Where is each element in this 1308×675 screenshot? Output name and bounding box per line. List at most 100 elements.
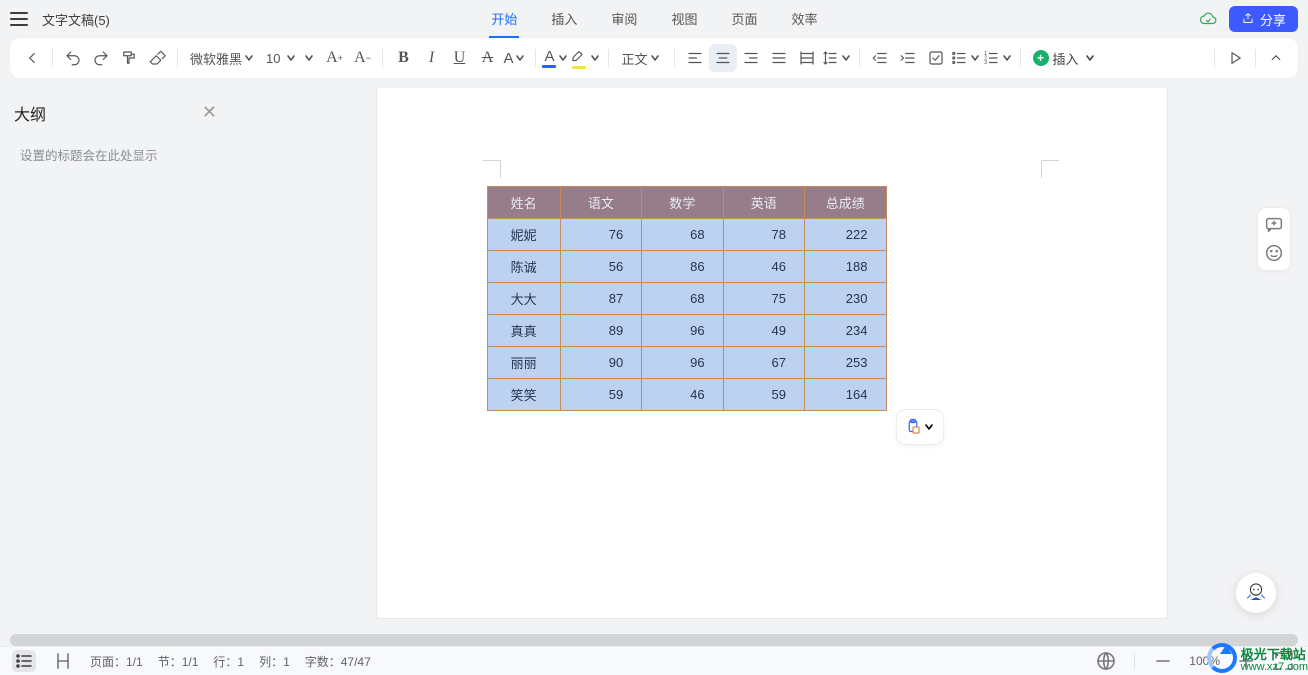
table-row[interactable]: 大大876875230 [487, 283, 886, 315]
table-cell[interactable]: 68 [642, 283, 723, 315]
text-effects-icon[interactable]: A [501, 44, 529, 72]
table-cell[interactable]: 59 [723, 379, 804, 411]
assistant-avatar-icon[interactable] [1236, 573, 1276, 613]
table-row[interactable]: 笑笑594659164 [487, 379, 886, 411]
table-header[interactable]: 语文 [560, 187, 641, 219]
cloud-sync-icon[interactable] [1199, 10, 1217, 28]
emoji-icon[interactable] [1263, 242, 1285, 264]
checklist-icon[interactable] [922, 44, 950, 72]
align-right-icon[interactable] [737, 44, 765, 72]
table-cell[interactable]: 188 [804, 251, 886, 283]
table-cell[interactable]: 妮妮 [487, 219, 560, 251]
align-left-icon[interactable] [681, 44, 709, 72]
table-cell[interactable]: 230 [804, 283, 886, 315]
sidebar-close-icon[interactable]: ✕ [198, 100, 221, 125]
horizontal-scrollbar[interactable] [10, 634, 1298, 646]
floating-toolbar [1258, 208, 1290, 270]
table-cell[interactable]: 46 [723, 251, 804, 283]
undo-icon[interactable] [59, 44, 87, 72]
language-icon[interactable] [1094, 650, 1118, 672]
table-cell[interactable]: 陈诚 [487, 251, 560, 283]
table-row[interactable]: 陈诚568646188 [487, 251, 886, 283]
collapse-toolbar-icon[interactable] [1262, 44, 1290, 72]
table-cell[interactable]: 68 [642, 219, 723, 251]
align-justify-icon[interactable] [765, 44, 793, 72]
table-cell[interactable]: 87 [560, 283, 641, 315]
underline-icon[interactable]: U [445, 44, 473, 72]
table-cell[interactable]: 75 [723, 283, 804, 315]
share-button[interactable]: 分享 [1229, 6, 1298, 32]
document-page[interactable]: 姓名语文数学英语总成绩 妮妮766878222陈诚568646188大大8768… [377, 88, 1167, 618]
table-cell[interactable]: 67 [723, 347, 804, 379]
bullet-list-icon[interactable] [950, 44, 982, 72]
paste-options-button[interactable] [897, 410, 943, 444]
chevron-down-icon [922, 422, 936, 432]
table-row[interactable]: 丽丽909667253 [487, 347, 886, 379]
font-size-select[interactable]: 10 [262, 51, 320, 66]
align-distribute-icon[interactable] [793, 44, 821, 72]
table-cell[interactable]: 笑笑 [487, 379, 560, 411]
page-view-icon[interactable] [51, 650, 75, 672]
table-cell[interactable]: 90 [560, 347, 641, 379]
table-header[interactable]: 数学 [642, 187, 723, 219]
data-table[interactable]: 姓名语文数学英语总成绩 妮妮766878222陈诚568646188大大8768… [487, 186, 887, 411]
strike-icon[interactable]: A [473, 44, 501, 72]
font-shrink-icon[interactable]: A− [348, 44, 376, 72]
table-cell[interactable]: 86 [642, 251, 723, 283]
table-cell[interactable]: 253 [804, 347, 886, 379]
table-cell[interactable]: 96 [642, 315, 723, 347]
play-icon[interactable] [1221, 44, 1249, 72]
table-row[interactable]: 真真899649234 [487, 315, 886, 347]
bold-icon[interactable]: B [389, 44, 417, 72]
outline-view-icon[interactable] [12, 650, 36, 672]
italic-icon[interactable]: I [417, 44, 445, 72]
tab-0[interactable]: 开始 [489, 0, 519, 38]
font-name-select[interactable]: 微软雅黑 [184, 49, 262, 68]
watermark: 极光下载站 www.xz7.com [1207, 643, 1308, 673]
toolbar: 微软雅黑 10 A+ A− B I U A A A 正文 123 + 插入 [10, 38, 1298, 78]
ordered-list-icon[interactable]: 123 [982, 44, 1014, 72]
table-cell[interactable]: 丽丽 [487, 347, 560, 379]
tab-2[interactable]: 审阅 [609, 0, 639, 38]
indent-increase-icon[interactable] [894, 44, 922, 72]
format-painter-icon[interactable] [115, 44, 143, 72]
table-cell[interactable]: 46 [642, 379, 723, 411]
comment-icon[interactable] [1263, 214, 1285, 236]
table-header[interactable]: 英语 [723, 187, 804, 219]
watermark-logo-icon [1207, 643, 1237, 673]
table-header[interactable]: 总成绩 [804, 187, 886, 219]
table-cell[interactable]: 96 [642, 347, 723, 379]
tab-4[interactable]: 页面 [729, 0, 759, 38]
tab-5[interactable]: 效率 [789, 0, 819, 38]
highlight-icon[interactable] [570, 44, 602, 72]
insert-button[interactable]: + 插入 [1027, 49, 1103, 68]
paragraph-style-select[interactable]: 正文 [615, 49, 667, 68]
indent-decrease-icon[interactable] [866, 44, 894, 72]
table-cell[interactable]: 164 [804, 379, 886, 411]
zoom-out-icon[interactable] [1151, 650, 1175, 672]
app-menu-button[interactable] [10, 10, 28, 28]
redo-icon[interactable] [87, 44, 115, 72]
table-cell[interactable]: 56 [560, 251, 641, 283]
more-start-icon[interactable] [18, 44, 46, 72]
table-cell[interactable]: 49 [723, 315, 804, 347]
font-grow-icon[interactable]: A+ [320, 44, 348, 72]
table-cell[interactable]: 真真 [487, 315, 560, 347]
table-cell[interactable]: 76 [560, 219, 641, 251]
margin-marker-icon [1041, 160, 1059, 178]
table-header[interactable]: 姓名 [487, 187, 560, 219]
eraser-icon[interactable] [143, 44, 171, 72]
font-color-icon[interactable]: A [542, 44, 570, 72]
status-page: 页面：1/1 [90, 653, 143, 670]
line-spacing-icon[interactable] [821, 44, 853, 72]
table-cell[interactable]: 222 [804, 219, 886, 251]
table-row[interactable]: 妮妮766878222 [487, 219, 886, 251]
align-center-icon[interactable] [709, 44, 737, 72]
table-cell[interactable]: 89 [560, 315, 641, 347]
tab-3[interactable]: 视图 [669, 0, 699, 38]
table-cell[interactable]: 234 [804, 315, 886, 347]
tab-1[interactable]: 插入 [549, 0, 579, 38]
table-cell[interactable]: 大大 [487, 283, 560, 315]
table-cell[interactable]: 78 [723, 219, 804, 251]
table-cell[interactable]: 59 [560, 379, 641, 411]
